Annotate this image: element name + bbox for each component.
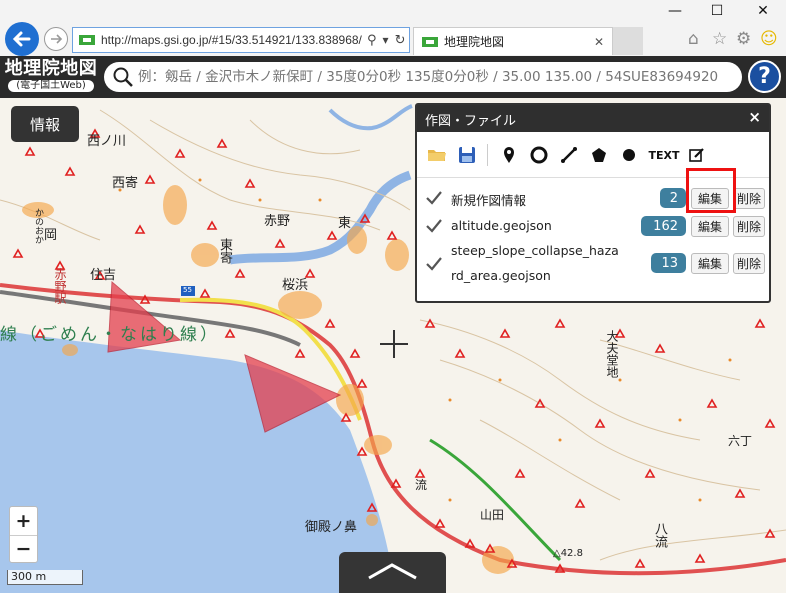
folder-open-icon[interactable] [425,143,449,167]
favorites-star-icon[interactable]: ☆ [712,29,727,49]
forward-button[interactable] [44,27,68,51]
arrow-left-icon [12,31,31,47]
map-label: △42.8 [553,548,583,559]
panel-title: 作図・ファイル [425,114,517,129]
delete-button[interactable]: 削除 [733,216,765,237]
map-label: 六丁 [728,434,753,448]
tab-favicon-icon [422,36,438,47]
feature-count-badge: 162 [641,216,686,236]
zoom-in-button[interactable]: + [10,507,37,535]
new-tab-button[interactable] [613,27,643,55]
marker-icon[interactable] [497,143,521,167]
close-icon[interactable]: ✕ [742,0,784,22]
refresh-icon[interactable]: ↻ [395,33,406,48]
smiley-feedback-icon[interactable]: ☺ [760,29,778,49]
maximize-icon[interactable]: ☐ [696,0,738,22]
chevron-up-icon [368,563,417,580]
browser-chrome: — ☐ ✕ http://maps.gsi.go.jp/#15/33.51492… [0,0,786,56]
map-label: 東 [338,216,352,231]
zoom-control: + − [9,506,38,563]
layer-name: 新規作図情報 [451,193,527,208]
map-label: 住吉 [90,268,117,283]
info-button[interactable]: 情報 [11,106,79,142]
address-bar[interactable]: http://maps.gsi.go.jp/#15/33.514921/133.… [72,27,410,53]
railway-name-label: 線（ごめん・なはり線） [0,325,220,345]
map-label: 大夫堂地 [605,330,619,378]
checkmark-icon[interactable] [425,189,443,207]
settings-gear-icon[interactable]: ⚙ [736,29,751,49]
dropdown-icon[interactable]: ▾ [383,33,389,47]
site-favicon-icon [79,35,95,45]
delete-button[interactable]: 削除 [733,188,765,209]
highlight-annotation [686,168,736,213]
logo-subtitle: (電子国土Web) [8,80,94,92]
title-bar: — ☐ ✕ [0,0,786,22]
edit-button[interactable]: 編集 [691,253,729,274]
scale-bar: 300 m [7,570,83,585]
map-label: 岡 [44,228,58,243]
route-number: 55 [183,286,192,294]
river-upper [328,104,413,131]
edit-button[interactable]: 編集 [691,216,729,237]
delete-button[interactable]: 削除 [733,253,765,274]
browser-tab[interactable]: 地理院地図 ✕ [413,27,613,55]
checkmark-icon[interactable] [425,217,443,235]
layer-row: steep_slope_collapse_haza rd_area.geojso… [417,241,769,287]
tab-close-icon[interactable]: ✕ [594,35,604,49]
logo-title: 地理院地図 [4,58,98,79]
panel-close-button[interactable]: × [748,108,761,126]
polygon-icon[interactable] [587,143,611,167]
edit-icon[interactable] [685,143,709,167]
map-label: 西ノ川 [87,134,127,149]
map-label: 東寄 [217,238,232,264]
feature-count-badge: 2 [660,188,686,208]
search-icon[interactable] [112,66,134,88]
url-text[interactable]: http://maps.gsi.go.jp/#15/33.514921/133.… [101,33,363,47]
layer-name: altitude.geojson [451,218,552,233]
minimize-icon[interactable]: — [654,0,696,22]
map-label: 流 [415,478,428,492]
site-logo[interactable]: 地理院地図 (電子国土Web) [4,58,98,96]
bottom-menu-toggle[interactable] [339,552,446,593]
layer-row: altitude.geojson 162 編集 削除 [417,211,769,241]
checkmark-icon[interactable] [425,255,443,273]
map-label: 桜浜 [282,278,309,293]
arrow-right-icon [51,34,63,44]
save-icon[interactable] [455,143,479,167]
back-button[interactable] [5,22,39,56]
toolbar-separator [487,144,488,166]
search-box[interactable] [104,62,742,92]
panel-header: 作図・ファイル × [417,105,769,132]
search-icon[interactable]: ⚲ [367,33,377,48]
text-tool[interactable]: TEXT [647,143,681,167]
map-label: 赤野 [264,214,291,229]
app-header: 地理院地図 (電子国土Web) ? [0,56,786,98]
layer-name-line1: steep_slope_collapse_haza [451,243,619,258]
river [229,170,412,265]
map-label: 八流 [652,522,667,548]
help-button[interactable]: ? [748,60,781,93]
circle-icon[interactable] [527,143,551,167]
map-label: 西寄 [112,176,139,191]
line-icon[interactable] [557,143,581,167]
tab-title: 地理院地図 [444,35,505,49]
zoom-out-button[interactable]: − [10,535,37,563]
dot-icon[interactable] [617,143,641,167]
map-label: 赤野駅 [53,268,67,304]
map-label: 御殿ノ鼻 [305,520,358,535]
layer-name-line2: rd_area.geojson [451,268,551,283]
map-label: 山田 [480,508,505,522]
search-input[interactable] [137,69,742,85]
home-icon[interactable]: ⌂ [688,29,699,49]
feature-count-badge: 13 [651,253,686,273]
center-crosshair [380,330,408,358]
